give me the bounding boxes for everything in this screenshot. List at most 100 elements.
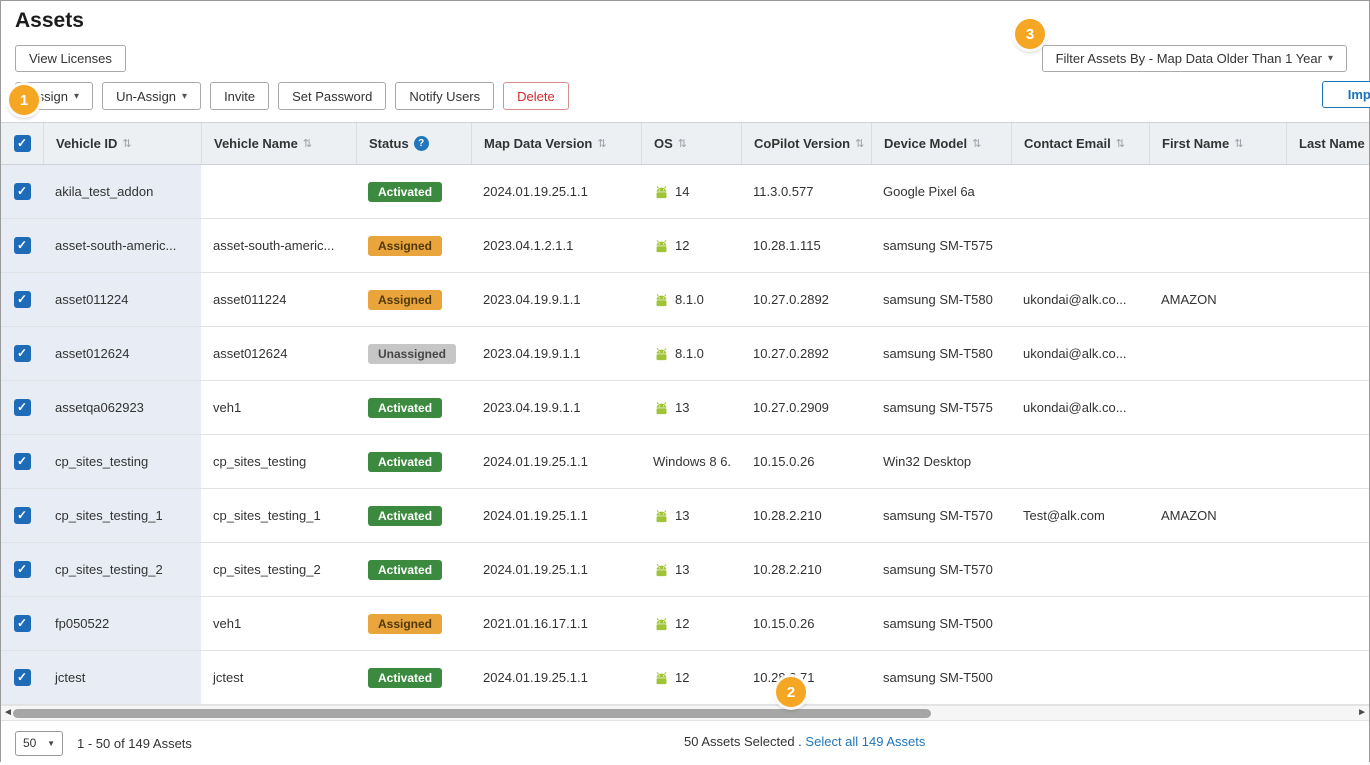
row-checkbox-cell: ✓ (1, 435, 43, 488)
column-header-last-name[interactable]: Last Name ⇅ (1286, 123, 1369, 164)
page-title: Assets (15, 9, 1355, 33)
cell-vehicle-name: asset012624 (201, 327, 356, 380)
status-badge: Activated (368, 560, 442, 580)
filter-assets-dropdown[interactable]: Filter Assets By - Map Data Older Than 1… (1042, 45, 1347, 72)
select-all-link[interactable]: Select all 149 Assets (805, 734, 925, 749)
column-header-os[interactable]: OS ⇅ (641, 123, 741, 164)
cell-contact-email: Test@alk.com (1011, 489, 1149, 542)
row-checkbox[interactable]: ✓ (14, 669, 31, 686)
invite-button[interactable]: Invite (210, 82, 269, 110)
row-checkbox-cell: ✓ (1, 273, 43, 326)
cell-first-name (1149, 165, 1286, 218)
device-model-text: samsung SM-T500 (883, 670, 993, 685)
sort-icon[interactable]: ⇅ (303, 137, 312, 150)
column-header-first-name[interactable]: First Name ⇅ (1149, 123, 1286, 164)
sort-icon[interactable]: ⇅ (855, 137, 864, 150)
column-header-vehicle-id[interactable]: Vehicle ID ⇅ (43, 123, 201, 164)
cell-status: Assigned (356, 219, 471, 272)
sort-icon[interactable]: ⇅ (597, 137, 606, 150)
help-icon[interactable]: ? (414, 136, 429, 151)
chevron-down-icon: ▼ (47, 739, 55, 748)
cell-os: 12 (641, 597, 741, 650)
column-label: Vehicle Name (214, 136, 298, 151)
cell-copilot-version: 10.27.0.2892 (741, 273, 871, 326)
cell-last-name (1286, 219, 1369, 272)
device-model-text: Google Pixel 6a (883, 184, 975, 199)
row-checkbox[interactable]: ✓ (14, 345, 31, 362)
header-checkbox[interactable]: ✓ (14, 135, 31, 152)
sort-icon[interactable]: ⇅ (1234, 137, 1243, 150)
scroll-left-arrow-icon[interactable]: ◄ (3, 707, 13, 718)
selection-summary: 50 Assets Selected . Select all 149 Asse… (684, 734, 925, 749)
cell-first-name (1149, 435, 1286, 488)
map-data-version-text: 2024.01.19.25.1.1 (483, 508, 588, 523)
row-checkbox[interactable]: ✓ (14, 507, 31, 524)
column-label: Last Name (1299, 136, 1365, 151)
cell-contact-email: ukondai@alk.co... (1011, 381, 1149, 434)
map-data-version-text: 2024.01.19.25.1.1 (483, 184, 588, 199)
sort-icon[interactable]: ⇅ (1116, 137, 1125, 150)
cell-map-data-version: 2024.01.19.25.1.1 (471, 165, 641, 218)
vehicle-name-text: cp_sites_testing_2 (213, 562, 321, 577)
cell-vehicle-id: asset011224 (43, 273, 201, 326)
callout-badge-1: 1 (9, 85, 39, 115)
view-licenses-button[interactable]: View Licenses (15, 45, 126, 72)
vehicle-name-text: cp_sites_testing (213, 454, 306, 469)
scrollbar-thumb[interactable] (13, 709, 931, 718)
sort-icon[interactable]: ⇅ (122, 137, 131, 150)
copilot-version-text: 11.3.0.577 (753, 184, 813, 199)
row-checkbox[interactable]: ✓ (14, 453, 31, 470)
notify-users-button[interactable]: Notify Users (395, 82, 494, 110)
device-model-text: samsung SM-T580 (883, 346, 993, 361)
row-checkbox[interactable]: ✓ (14, 561, 31, 578)
column-header-copilot-version[interactable]: CoPilot Version ⇅ (741, 123, 871, 164)
row-checkbox[interactable]: ✓ (14, 237, 31, 254)
cell-os: 13 (641, 489, 741, 542)
table-row: ✓ cp_sites_testing_2 cp_sites_testing_2 … (1, 543, 1369, 597)
scroll-right-arrow-icon[interactable]: ► (1357, 707, 1367, 718)
chevron-down-icon: ▾ (74, 91, 79, 102)
copilot-version-text: 10.27.0.2892 (753, 346, 829, 361)
device-model-text: samsung SM-T580 (883, 292, 993, 307)
status-badge: Activated (368, 452, 442, 472)
cell-last-name (1286, 273, 1369, 326)
cell-copilot-version: 11.3.0.577 (741, 165, 871, 218)
set-password-button[interactable]: Set Password (278, 82, 386, 110)
os-text: 12 (675, 670, 689, 685)
status-badge: Assigned (368, 236, 442, 256)
sort-icon[interactable]: ⇅ (678, 137, 687, 150)
vehicle-id-text: asset-south-americ... (55, 238, 176, 253)
cell-vehicle-name: veh1 (201, 381, 356, 434)
table-row: ✓ cp_sites_testing_1 cp_sites_testing_1 … (1, 489, 1369, 543)
sort-icon[interactable]: ⇅ (972, 137, 981, 150)
table-body: ✓ akila_test_addon Activated 2024.01.19.… (1, 165, 1369, 705)
cell-os: 14 (641, 165, 741, 218)
map-data-version-text: 2024.01.19.25.1.1 (483, 670, 588, 685)
os-text: 14 (675, 184, 689, 199)
row-checkbox[interactable]: ✓ (14, 183, 31, 200)
table-row: ✓ asset011224 asset011224 Assigned 2023.… (1, 273, 1369, 327)
vehicle-id-text: asset011224 (55, 292, 129, 307)
unassign-dropdown[interactable]: Un-Assign ▾ (102, 82, 201, 110)
row-checkbox[interactable]: ✓ (14, 399, 31, 416)
column-header-contact-email[interactable]: Contact Email ⇅ (1011, 123, 1149, 164)
column-header-device-model[interactable]: Device Model ⇅ (871, 123, 1011, 164)
device-model-text: samsung SM-T570 (883, 508, 993, 523)
column-header-status[interactable]: Status ? (356, 123, 471, 164)
delete-button[interactable]: Delete (503, 82, 569, 110)
vehicle-id-text: cp_sites_testing_1 (55, 508, 163, 523)
cell-device-model: samsung SM-T575 (871, 381, 1011, 434)
horizontal-scrollbar[interactable]: ◄ ► (1, 705, 1369, 721)
cell-contact-email (1011, 435, 1149, 488)
cell-copilot-version: 10.28.1.115 (741, 219, 871, 272)
column-header-vehicle-name[interactable]: Vehicle Name ⇅ (201, 123, 356, 164)
cell-map-data-version: 2023.04.19.9.1.1 (471, 381, 641, 434)
cell-contact-email (1011, 219, 1149, 272)
page-size-select[interactable]: 50 ▼ (15, 731, 63, 756)
column-header-map-data-version[interactable]: Map Data Version ⇅ (471, 123, 641, 164)
row-checkbox[interactable]: ✓ (14, 291, 31, 308)
row-checkbox-cell: ✓ (1, 651, 43, 704)
row-checkbox-cell: ✓ (1, 489, 43, 542)
row-checkbox[interactable]: ✓ (14, 615, 31, 632)
import-button[interactable]: Import (1322, 81, 1370, 108)
